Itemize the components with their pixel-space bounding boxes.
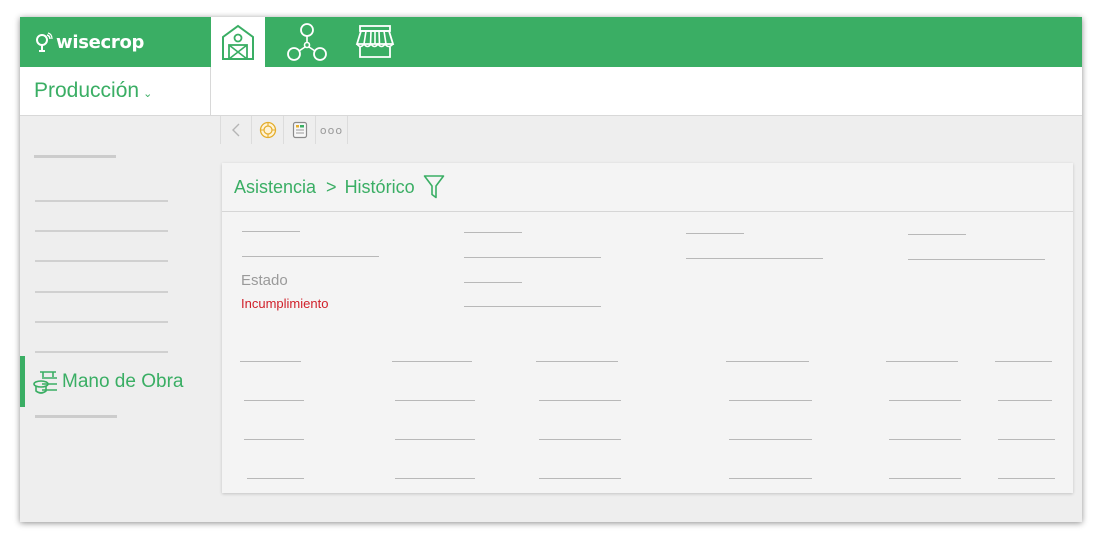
target-button[interactable]	[252, 116, 284, 144]
nav-tab-farm[interactable]	[211, 17, 265, 67]
app-window: wisecrop Producción ⌄ Mano de Obra ooo A…	[20, 17, 1082, 522]
table-cell-placeholder	[395, 439, 475, 440]
more-options-icon: ooo	[319, 123, 344, 137]
table-cell-placeholder	[995, 361, 1052, 362]
back-arrow-icon	[232, 123, 240, 137]
notes-button[interactable]	[284, 116, 316, 144]
target-icon	[259, 121, 276, 139]
back-button[interactable]	[220, 116, 252, 144]
subheader: Producción ⌄	[20, 67, 1082, 116]
field-placeholder	[464, 282, 522, 283]
table-cell-placeholder	[244, 400, 304, 401]
sidebar-placeholder	[34, 155, 116, 158]
sidebar-placeholder	[35, 351, 168, 353]
table-cell-placeholder	[729, 439, 812, 440]
sidebar-item-mano-de-obra[interactable]: Mano de Obra	[20, 356, 211, 407]
table-cell-placeholder	[395, 478, 475, 479]
table-cell-placeholder	[244, 439, 304, 440]
nav-tab-market[interactable]	[348, 17, 402, 67]
table-cell-placeholder	[998, 478, 1055, 479]
table-cell-placeholder	[536, 361, 618, 362]
table-cell-placeholder	[998, 439, 1055, 440]
brand-logo[interactable]: wisecrop	[34, 28, 144, 56]
filter-button[interactable]	[423, 174, 445, 200]
toolbar: ooo	[220, 116, 348, 144]
sidebar-placeholder	[35, 415, 117, 418]
breadcrumb-separator: >	[326, 176, 337, 197]
table-cell-placeholder	[395, 400, 475, 401]
sidebar-placeholder	[35, 230, 168, 232]
filter-funnel-icon	[423, 175, 444, 199]
notes-icon	[292, 121, 307, 139]
sidebar-placeholder	[35, 291, 168, 293]
brand-name: wisecrop	[56, 31, 145, 53]
table-cell-placeholder	[729, 400, 812, 401]
field-placeholder	[242, 256, 379, 257]
status-value: Incumplimiento	[241, 296, 329, 311]
market-stall-icon	[355, 25, 395, 58]
table-cell-placeholder	[889, 478, 961, 479]
sidebar-item-label: Mano de Obra	[62, 370, 184, 392]
farm-house-icon	[222, 24, 254, 60]
module-selector[interactable]: Producción ⌄	[20, 67, 211, 115]
table-cell-placeholder	[726, 361, 809, 362]
table-cell-placeholder	[889, 400, 961, 401]
field-placeholder	[464, 257, 601, 258]
field-placeholder	[464, 232, 522, 233]
field-placeholder	[686, 258, 823, 259]
more-options-button[interactable]: ooo	[316, 116, 348, 144]
network-nodes-icon	[287, 23, 327, 61]
sidebar-placeholder	[35, 260, 168, 262]
history-panel: Asistencia > Histórico Estado Incumplimi…	[222, 163, 1073, 493]
field-placeholder	[242, 231, 300, 232]
wisecrop-logo-icon	[36, 32, 53, 52]
module-selector-label: Producción	[34, 79, 140, 102]
table-cell-placeholder	[240, 361, 301, 362]
sidebar-placeholder	[35, 321, 168, 323]
workforce-icon	[33, 370, 57, 394]
panel-header: Asistencia > Histórico	[222, 163, 1073, 212]
top-navbar: wisecrop	[20, 17, 1082, 67]
table-cell-placeholder	[886, 361, 958, 362]
chevron-down-icon: ⌄	[143, 86, 153, 100]
field-placeholder	[686, 233, 744, 234]
table-cell-placeholder	[729, 478, 812, 479]
status-label: Estado	[241, 272, 288, 289]
nav-tab-network[interactable]	[280, 17, 334, 67]
table-cell-placeholder	[539, 400, 621, 401]
breadcrumb-historico: Histórico	[344, 176, 415, 197]
table-cell-placeholder	[889, 439, 961, 440]
table-cell-placeholder	[539, 439, 621, 440]
field-placeholder	[908, 234, 966, 235]
table-cell-placeholder	[539, 478, 621, 479]
sidebar: Mano de Obra	[20, 116, 211, 522]
table-cell-placeholder	[247, 478, 304, 479]
table-cell-placeholder	[998, 400, 1052, 401]
table-cell-placeholder	[392, 361, 472, 362]
breadcrumb-asistencia[interactable]: Asistencia	[234, 177, 316, 198]
field-placeholder	[908, 259, 1045, 260]
sidebar-placeholder	[35, 200, 168, 202]
field-placeholder	[464, 306, 601, 307]
